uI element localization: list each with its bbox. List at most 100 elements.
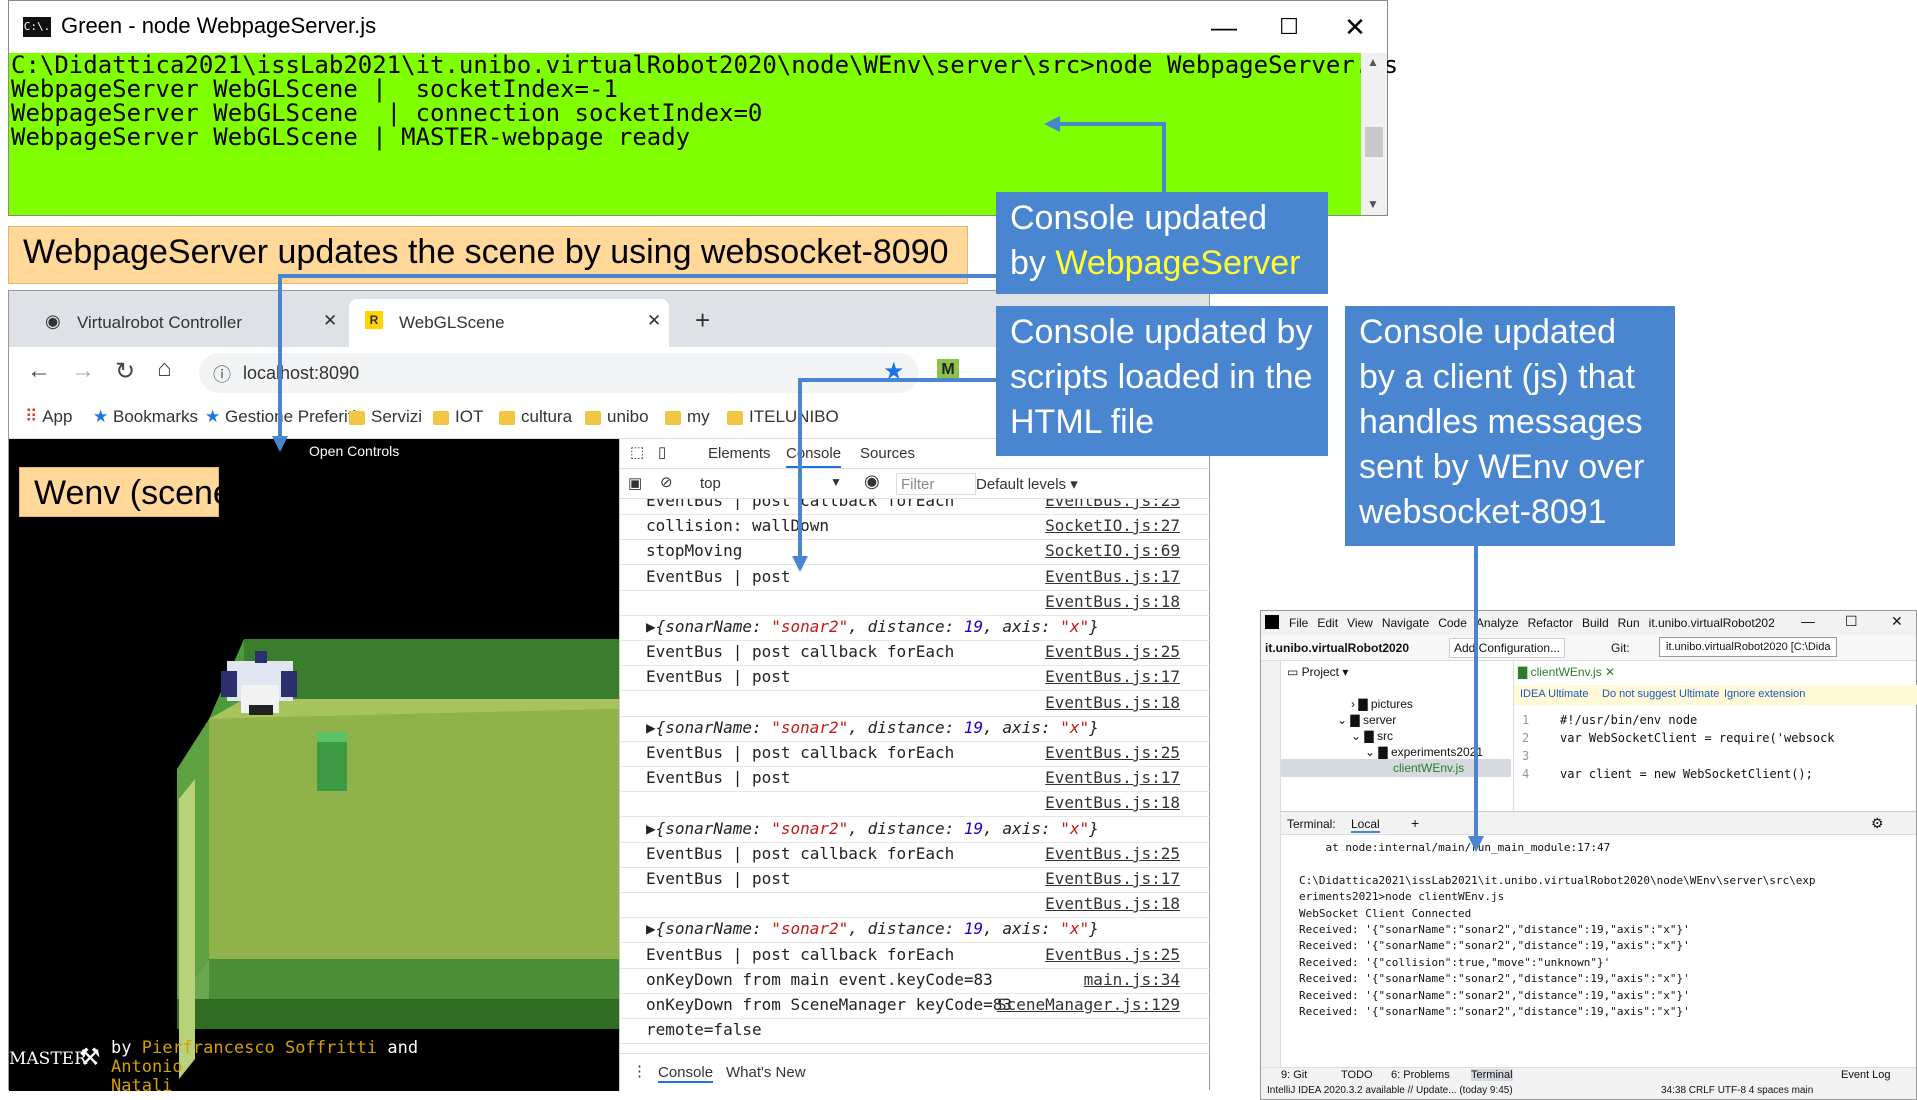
menu-item[interactable]: Refactor <box>1528 616 1573 630</box>
console-row[interactable]: ▶{sonarName: "sonar2", distance: 19, axi… <box>620 819 1210 843</box>
scroll-down-icon[interactable]: ▼ <box>1367 197 1379 211</box>
close-icon[interactable]: ✕ <box>1891 613 1903 630</box>
tree-server[interactable]: ⌄ ▇ server <box>1337 713 1396 727</box>
forward-icon[interactable]: → <box>71 357 95 385</box>
source-link[interactable]: EventBus.js:25 <box>1045 642 1180 661</box>
menu-item[interactable]: Code <box>1438 616 1467 630</box>
console-row: EventBus | post EventBus.js:17 <box>620 667 1210 691</box>
reload-icon[interactable]: ↻ <box>115 357 135 386</box>
row-separator <box>620 892 1210 893</box>
star-icon: ★ <box>93 407 109 426</box>
editor-tab[interactable]: ▇ clientWEnv.js ✕ <box>1518 665 1615 679</box>
console-row[interactable]: ▶{sonarName: "sonar2", distance: 19, axi… <box>620 919 1210 943</box>
console-row: EventBus.js:18 <box>620 793 1210 817</box>
source-link[interactable]: EventBus.js:18 <box>1045 793 1180 812</box>
editor[interactable]: ▇ clientWEnv.js ✕ IDEA Ultimate Do not s… <box>1513 661 1917 811</box>
menu-item[interactable]: it.unibo.virtualRobot202 <box>1649 616 1775 630</box>
console-row: EventBus | post callback forEach EventBus… <box>620 945 1210 969</box>
tool-window-bar: 9: Git TODO 6: Problems Terminal Event L… <box>1261 1067 1916 1083</box>
tool-problems[interactable]: 6: Problems <box>1391 1069 1450 1081</box>
close-icon[interactable]: ✕ <box>1325 7 1385 47</box>
source-link[interactable]: EventBus.js:25 <box>1045 844 1180 863</box>
source-link[interactable]: EventBus.js:25 <box>1045 499 1180 510</box>
object-token: } <box>1089 819 1099 838</box>
minimize-icon[interactable]: — <box>1801 613 1815 629</box>
source-link[interactable]: main.js:34 <box>1084 970 1180 989</box>
object-preview[interactable]: ▶{sonarName: "sonar2", distance: 19, axi… <box>646 718 1099 737</box>
project-name: it.unibo.virtualRobot2020 <box>1265 641 1410 655</box>
console-row[interactable]: ▶{sonarName: "sonar2", distance: 19, axi… <box>620 718 1210 742</box>
banner-link[interactable]: Ignore extension <box>1724 688 1805 700</box>
row-separator <box>620 867 1210 868</box>
minimize-icon[interactable]: — <box>1194 7 1254 47</box>
status-info[interactable]: 34:38 CRLF UTF-8 4 spaces main <box>1661 1085 1813 1096</box>
scroll-up-icon[interactable]: ▲ <box>1367 55 1379 69</box>
object-token: , axis: <box>983 617 1061 636</box>
console-scrollbar[interactable]: ▲ ▼ <box>1361 53 1387 215</box>
menu-item[interactable]: View <box>1347 616 1373 630</box>
drawer-tab-whats-new[interactable]: What's New <box>726 1064 806 1081</box>
project-tab[interactable]: ▭ Project ▾ <box>1287 665 1348 679</box>
ide-statusbar: IntelliJ IDEA 2020.3.2 available // Upda… <box>1261 1083 1916 1099</box>
globe-icon: ◉ <box>45 311 61 331</box>
tool-event-log[interactable]: Event Log <box>1841 1069 1891 1081</box>
terminal-line: Received: '{"sonarName":"sonar2","distan… <box>1299 1005 1690 1018</box>
line-number: 4 <box>1522 767 1530 781</box>
scrollbar-thumb[interactable] <box>1365 127 1383 157</box>
tree-src[interactable]: ⌄ ▇ src <box>1351 729 1393 743</box>
drawer-tab-console[interactable]: Console <box>658 1064 714 1083</box>
console-titlebar[interactable]: C:\. Green - node WebpageServer.js — ☐ ✕ <box>9 1 1387 53</box>
console-row[interactable]: ▶{sonarName: "sonar2", distance: 19, axi… <box>620 617 1210 641</box>
source-link[interactable]: SocketIO.js:27 <box>1045 516 1180 535</box>
source-link[interactable]: EventBus.js:17 <box>1045 768 1180 787</box>
bookmark-apps[interactable]: ⠿ App <box>25 407 72 427</box>
add-terminal-icon[interactable]: + <box>1411 815 1419 831</box>
tree-clientwenv[interactable]: clientWEnv.js <box>1393 761 1464 775</box>
row-separator <box>620 917 1210 918</box>
menu-item[interactable]: Edit <box>1317 616 1338 630</box>
menu-item[interactable]: Build <box>1582 616 1609 630</box>
menu-item[interactable]: Run <box>1618 616 1640 630</box>
wrench-icon: ⚒ <box>79 1044 101 1071</box>
source-link[interactable]: EventBus.js:18 <box>1045 693 1180 712</box>
menu-item[interactable]: Navigate <box>1382 616 1429 630</box>
source-link[interactable]: SocketIO.js:69 <box>1045 541 1180 560</box>
gear-icon[interactable]: ⚙ <box>1871 815 1884 832</box>
tool-terminal[interactable]: Terminal <box>1471 1069 1513 1081</box>
banner-link[interactable]: IDEA Ultimate <box>1520 688 1588 700</box>
tool-todo[interactable]: TODO <box>1341 1069 1373 1081</box>
maximize-icon[interactable]: ☐ <box>1845 613 1858 630</box>
source-link[interactable]: EventBus.js:17 <box>1045 667 1180 686</box>
source-link[interactable]: SceneManager.js:129 <box>997 995 1180 1014</box>
back-icon[interactable]: ← <box>27 357 51 385</box>
home-icon[interactable]: ⌂ <box>157 355 172 383</box>
info-icon[interactable]: ⓘ <box>213 361 231 387</box>
object-token: ▶{sonarName: <box>646 819 772 838</box>
ide-menu[interactable]: File Edit View Navigate Code Analyze Refactor B… <box>1289 616 1784 630</box>
log-message: EventBus | post callback forEach <box>646 642 955 661</box>
bookmark-bookmarks[interactable]: ★ Bookmarks <box>93 407 198 427</box>
console-row: EventBus.js:18 <box>620 693 1210 717</box>
object-preview[interactable]: ▶{sonarName: "sonar2", distance: 19, axi… <box>646 919 1099 938</box>
source-link[interactable]: EventBus.js:25 <box>1045 945 1180 964</box>
terminal-tab-local[interactable]: Local <box>1351 817 1380 833</box>
tree-pictures[interactable]: › ▇ pictures <box>1351 697 1413 711</box>
object-token: "sonar2" <box>771 819 849 838</box>
object-preview[interactable]: ▶{sonarName: "sonar2", distance: 19, axi… <box>646 819 1099 838</box>
row-separator <box>620 842 1210 843</box>
source-link[interactable]: EventBus.js:25 <box>1045 743 1180 762</box>
maximize-icon[interactable]: ☐ <box>1259 7 1319 47</box>
ide-left-toolstrip <box>1261 661 1281 1081</box>
menu-item[interactable]: File <box>1289 616 1308 630</box>
terminal-output[interactable]: at node:internal/main/run_main_module:17… <box>1281 837 1916 1077</box>
source-link[interactable]: EventBus.js:18 <box>1045 592 1180 611</box>
source-link[interactable]: EventBus.js:17 <box>1045 567 1180 586</box>
tool-git[interactable]: 9: Git <box>1281 1069 1307 1081</box>
source-link[interactable]: EventBus.js:18 <box>1045 894 1180 913</box>
status-update[interactable]: IntelliJ IDEA 2020.3.2 available // Upda… <box>1267 1085 1513 1096</box>
more-icon[interactable]: ⋮ <box>632 1062 647 1080</box>
source-link[interactable]: EventBus.js:17 <box>1045 869 1180 888</box>
callout-client: Console updated by a client (js) that ha… <box>1345 306 1675 546</box>
object-preview[interactable]: ▶{sonarName: "sonar2", distance: 19, axi… <box>646 617 1099 636</box>
banner-link[interactable]: Do not suggest Ultimate <box>1602 688 1719 700</box>
